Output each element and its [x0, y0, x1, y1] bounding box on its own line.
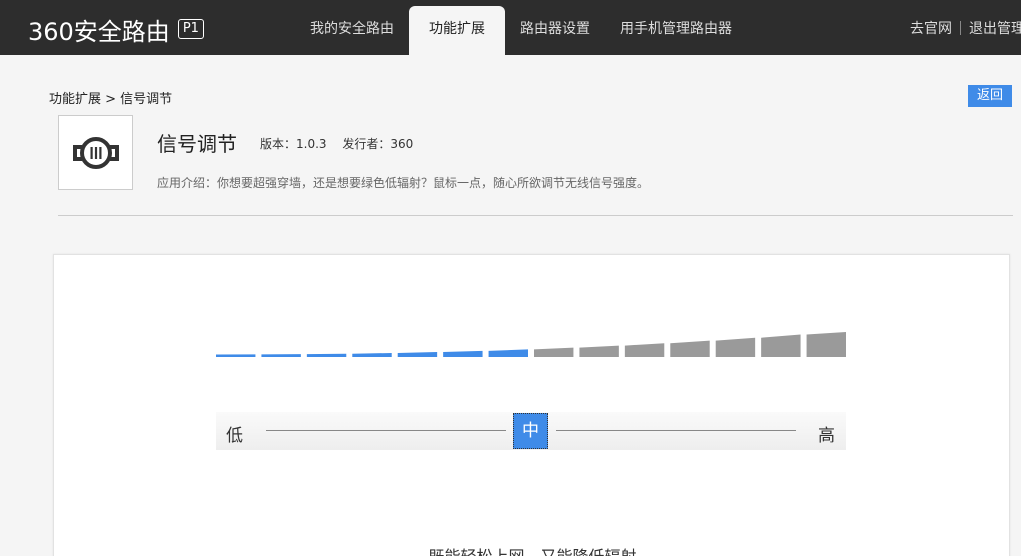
- breadcrumb: 功能扩展 > 信号调节: [49, 92, 173, 107]
- app-title: 信号调节: [157, 132, 237, 156]
- app-publisher: 发行者：360: [342, 137, 414, 151]
- header-divider: [58, 215, 1013, 216]
- app-version: 版本：1.0.3: [260, 137, 327, 151]
- main-nav: 我的安全路由 功能扩展 路由器设置 用手机管理路由器: [295, 0, 747, 55]
- signal-level-bar[interactable]: [624, 343, 665, 357]
- top-navigation-bar: 360安全路由 P1 我的安全路由 功能扩展 路由器设置 用手机管理路由器 去官…: [0, 0, 1021, 55]
- signal-slider[interactable]: 低 中 高: [216, 412, 846, 450]
- top-links: 去官网 退出管理: [910, 0, 1021, 55]
- app-description: 应用介绍：你想要超强穿墙，还是想要绿色低辐射？鼠标一点，随心所欲调节无线信号强度…: [157, 176, 650, 190]
- signal-level-bar[interactable]: [352, 353, 392, 357]
- signal-card: 低 中 高 既能轻松上网，又能降低辐射: [53, 254, 1010, 556]
- logo-text: 360安全路由: [28, 17, 170, 46]
- signal-adjust-icon: [72, 136, 119, 169]
- tab-mobile-manage[interactable]: 用手机管理路由器: [605, 0, 747, 55]
- tab-my-router[interactable]: 我的安全路由: [295, 0, 409, 55]
- signal-level-bar[interactable]: [443, 350, 483, 357]
- signal-level-bar[interactable]: [670, 340, 710, 357]
- slider-knob[interactable]: 中: [513, 413, 548, 449]
- signal-level-bar[interactable]: [579, 345, 619, 357]
- signal-level-bar[interactable]: [806, 332, 846, 357]
- signal-level-bar[interactable]: [761, 334, 801, 358]
- app-icon-box: [58, 115, 133, 190]
- tab-extensions[interactable]: 功能扩展: [409, 6, 505, 55]
- slider-low-label: 低: [226, 426, 243, 446]
- tab-router-settings[interactable]: 路由器设置: [505, 0, 605, 55]
- signal-level-bar[interactable]: [397, 352, 438, 357]
- back-button[interactable]: 返回: [968, 85, 1012, 107]
- model-badge: P1: [177, 19, 204, 39]
- logout-link[interactable]: 退出管理: [969, 18, 1021, 38]
- slider-track-left: [266, 430, 506, 431]
- logo: 360安全路由 P1: [28, 14, 204, 46]
- signal-level-bar[interactable]: [488, 349, 528, 357]
- official-site-link[interactable]: 去官网: [910, 18, 952, 38]
- signal-level-bar[interactable]: [715, 337, 756, 357]
- slider-high-label: 高: [818, 426, 835, 446]
- slider-track-right: [556, 430, 796, 431]
- app-meta: 版本：1.0.3 发行者：360: [260, 135, 413, 152]
- signal-level-bar[interactable]: [261, 354, 301, 357]
- signal-level-bar[interactable]: [216, 354, 256, 357]
- signal-level-bar[interactable]: [534, 347, 574, 357]
- signal-caption: 既能轻松上网，又能降低辐射: [54, 543, 1011, 556]
- signal-strength-bars[interactable]: [54, 255, 1011, 385]
- signal-level-bar[interactable]: [306, 353, 347, 357]
- divider: [960, 20, 961, 35]
